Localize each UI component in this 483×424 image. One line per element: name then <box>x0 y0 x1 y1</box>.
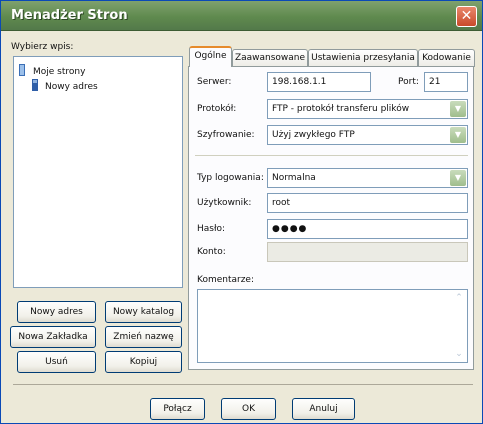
encryption-label: Szyfrowanie: <box>197 130 255 140</box>
account-label: Konto: <box>197 247 226 257</box>
encryption-value: Użyj zwykłego FTP <box>272 130 355 140</box>
host-field[interactable]: 198.168.1.1 <box>267 72 371 92</box>
rename-button[interactable]: Zmień nazwę <box>105 326 182 348</box>
window-title: Menadżer Stron <box>11 8 128 23</box>
password-label: Hasło: <box>197 224 226 234</box>
title-bar[interactable]: Menadżer Stron ✕ <box>1 1 482 31</box>
tab-general[interactable]: Ogólne <box>189 46 232 67</box>
folder-icon <box>18 63 30 80</box>
chevron-down-icon[interactable]: ▼ <box>450 170 466 186</box>
scroll-up-icon[interactable]: ⌃ <box>454 293 464 303</box>
ok-button[interactable]: OK <box>221 398 276 420</box>
user-label: Użytkownik: <box>197 198 252 208</box>
logon-type-value: Normalna <box>272 173 316 183</box>
scroll-down-icon[interactable]: ⌄ <box>454 349 464 359</box>
tree-item-new-site[interactable]: Nowy adres <box>30 78 100 95</box>
general-tab-panel: Serwer: 198.168.1.1 Port: 21 Protokół: F… <box>188 66 474 370</box>
protocol-value: FTP - protokół transferu plików <box>272 104 410 114</box>
user-field[interactable]: root <box>267 193 468 213</box>
tab-transfer-settings[interactable]: Ustawienia przesyłania <box>308 49 418 67</box>
server-icon <box>30 78 40 95</box>
tree-item-label: Moje strony <box>33 67 86 77</box>
logon-type-label: Typ logowania: <box>197 173 264 183</box>
connect-button[interactable]: Połącz <box>150 398 205 420</box>
new-folder-button[interactable]: Nowy katalog <box>105 301 182 323</box>
footer-divider <box>13 384 473 385</box>
divider <box>195 155 468 156</box>
host-label: Serwer: <box>197 77 232 87</box>
port-field[interactable]: 21 <box>424 72 468 92</box>
tab-charset[interactable]: Kodowanie <box>418 49 475 67</box>
new-bookmark-button[interactable]: Nowa Zakładka <box>10 326 96 348</box>
close-button[interactable]: ✕ <box>456 6 477 27</box>
logon-type-select[interactable]: Normalna ▼ <box>267 168 468 188</box>
comments-label: Komentarze: <box>197 275 255 285</box>
cancel-button[interactable]: Anuluj <box>292 398 355 420</box>
port-label: Port: <box>398 77 419 87</box>
copy-button[interactable]: Kopiuj <box>105 351 182 373</box>
delete-button[interactable]: Usuń <box>17 351 96 373</box>
select-entry-label: Wybierz wpis: <box>11 42 74 52</box>
chevron-down-icon[interactable]: ▼ <box>450 101 466 117</box>
tree-item-label: Nowy adres <box>43 82 100 92</box>
new-site-button[interactable]: Nowy adres <box>17 301 96 323</box>
protocol-select[interactable]: FTP - protokół transferu plików ▼ <box>267 99 468 119</box>
encryption-select[interactable]: Użyj zwykłego FTP ▼ <box>267 125 468 145</box>
tab-advanced[interactable]: Zaawansowane <box>232 49 308 67</box>
account-field <box>267 242 468 262</box>
protocol-label: Protokół: <box>197 104 237 114</box>
site-manager-window: Menadżer Stron ✕ Wybierz wpis: Moje stro… <box>0 0 483 424</box>
site-tree[interactable]: Moje strony Nowy adres <box>13 56 183 288</box>
comments-textarea[interactable]: ⌃ ⌄ <box>197 289 468 363</box>
close-icon: ✕ <box>460 8 473 24</box>
password-field[interactable]: ●●●● <box>267 219 468 239</box>
chevron-down-icon[interactable]: ▼ <box>450 127 466 143</box>
